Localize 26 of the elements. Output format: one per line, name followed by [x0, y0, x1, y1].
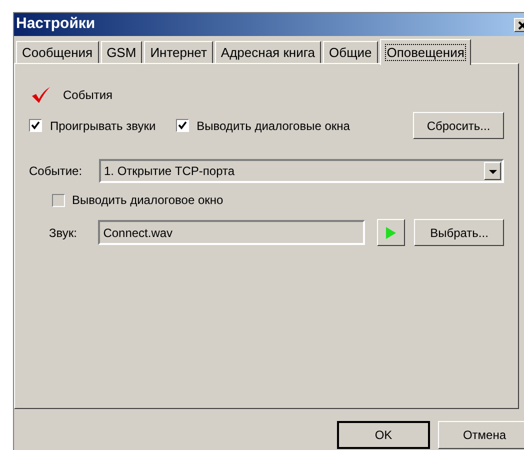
- checkbox-label: Выводить диалоговое окно: [72, 192, 224, 209]
- play-icon: [385, 226, 398, 240]
- checkbox-label: Проигрывать звуки: [50, 118, 156, 134]
- tab[interactable]: Интернет: [144, 41, 213, 64]
- browse-button[interactable]: Выбрать...: [414, 219, 504, 246]
- checkbox-label: Выводить диалоговые окна: [196, 118, 350, 134]
- tab[interactable]: GSM: [100, 41, 142, 64]
- cancel-button[interactable]: Отмена: [438, 421, 524, 449]
- checkbox[interactable]: [176, 119, 189, 132]
- event-dropdown[interactable]: 1. Открытие TCP-порта: [99, 159, 504, 183]
- dropdown-value: 1. Открытие TCP-порта: [104, 163, 235, 180]
- tab[interactable]: Общие: [323, 41, 378, 64]
- sound-field[interactable]: Connect.wav: [98, 220, 365, 245]
- checkmark-icon: [31, 86, 51, 104]
- checkbox[interactable]: [29, 119, 42, 132]
- ok-button[interactable]: OK: [337, 421, 430, 449]
- tab[interactable]: Сообщения: [16, 41, 99, 64]
- sound-label: Звук:: [49, 224, 78, 242]
- tab[interactable]: Оповещения: [380, 39, 472, 65]
- play-button[interactable]: [376, 219, 406, 246]
- event-label: Событие:: [29, 163, 84, 180]
- reset-button[interactable]: Сбросить...: [413, 112, 504, 139]
- tab[interactable]: Адресная книга: [214, 41, 322, 64]
- section-label: События: [63, 87, 113, 104]
- checkbox[interactable]: [52, 194, 65, 206]
- window-title: Настройки: [16, 14, 96, 34]
